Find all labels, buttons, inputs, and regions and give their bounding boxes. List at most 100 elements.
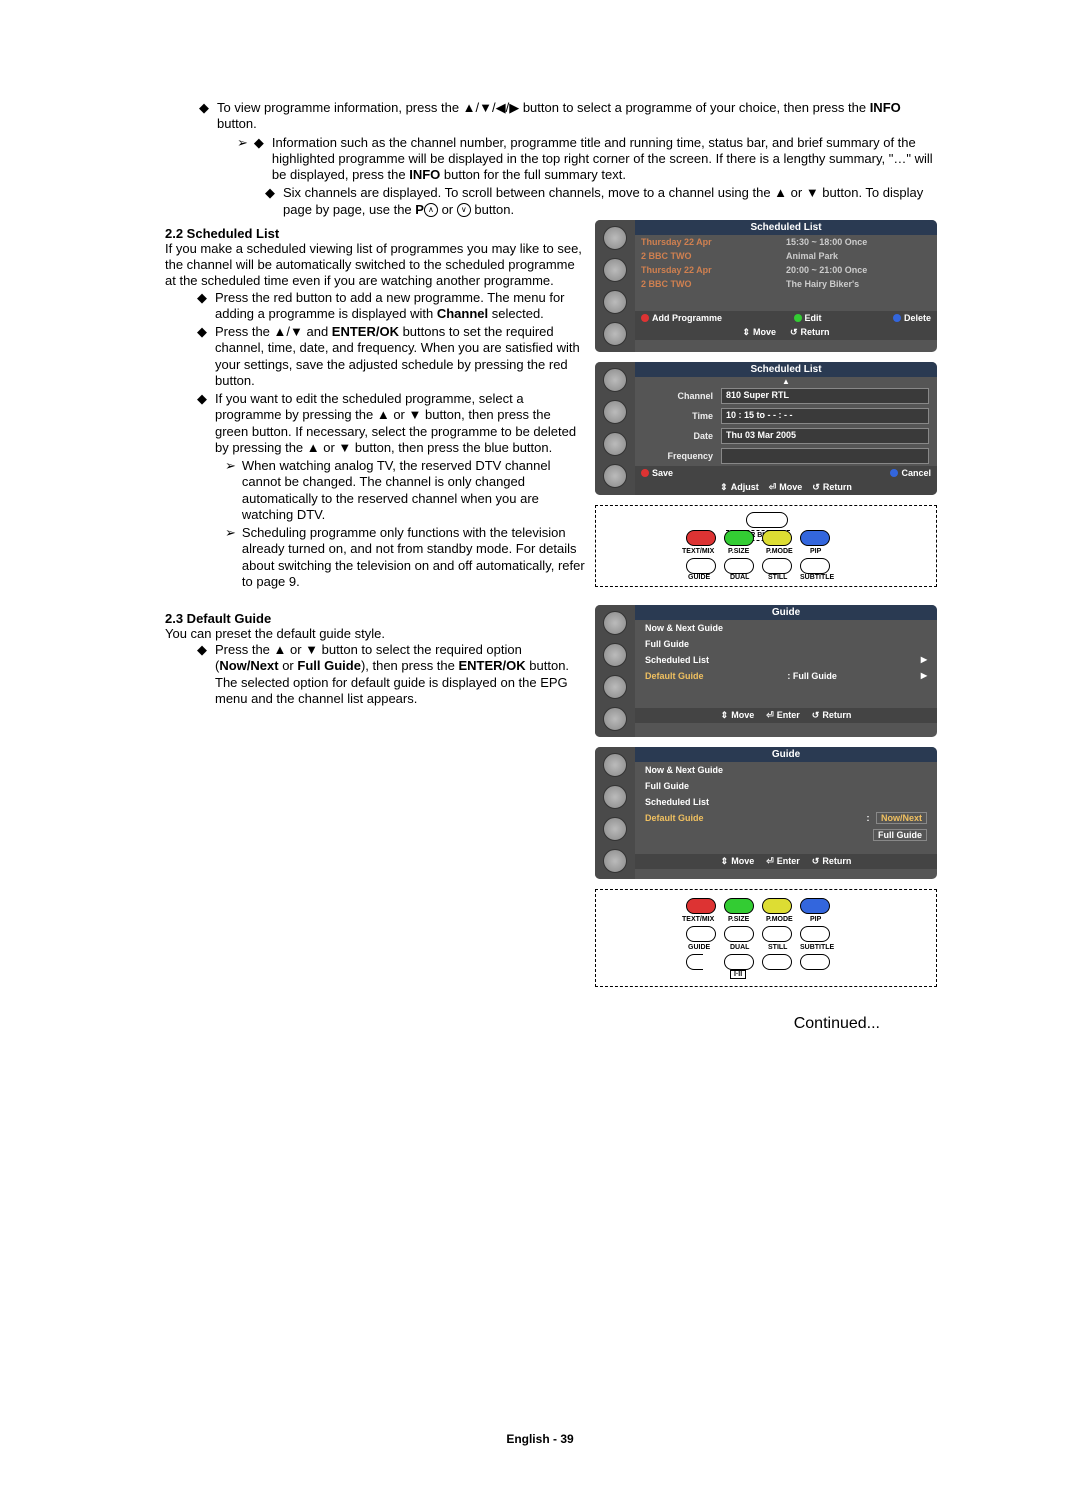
arrow-icon: ➢ xyxy=(225,525,236,541)
return-label: Return xyxy=(823,482,852,492)
entry-date: Thursday 22 Apr xyxy=(641,265,786,275)
bullet-diamond-icon: ◆ xyxy=(197,391,207,407)
psize-label: P.SIZE xyxy=(728,548,749,555)
entry-time: 20:00 ~ 21:00 Once xyxy=(786,265,931,275)
osd-guide-menu-1: Guide Now & Next Guide Full Guide Schedu… xyxy=(595,605,937,737)
osd-scheduled-list: Scheduled List Thursday 22 Apr15:30 ~ 18… xyxy=(595,220,937,352)
move-label: Move xyxy=(731,856,754,866)
date-value: Thu 03 Mar 2005 xyxy=(721,428,929,444)
textmix-label: TEXT/MIX xyxy=(682,916,714,923)
section-2-3: 2.3 Default Guide You can preset the def… xyxy=(165,605,1000,997)
menu-item: Now & Next Guide xyxy=(635,620,937,636)
remote-pill-icon xyxy=(762,558,792,574)
channel-label: Channel xyxy=(643,391,721,401)
cancel-label: Cancel xyxy=(901,468,931,478)
remote-pill-icon xyxy=(724,926,754,942)
s22-p3: If you want to edit the scheduled progra… xyxy=(215,391,585,456)
entry-prog: Animal Park xyxy=(786,251,931,261)
osd-title: Guide xyxy=(635,747,937,762)
info-sub-bullet-1: Information such as the channel number, … xyxy=(272,135,935,184)
red-dot-icon xyxy=(641,469,649,477)
menu-icon xyxy=(603,753,627,777)
blue-button-icon xyxy=(800,530,830,546)
yellow-button-icon xyxy=(762,898,792,914)
section-2-3-intro: You can preset the default guide style. xyxy=(165,626,585,642)
bullet-diamond-icon: ◆ xyxy=(197,642,207,658)
menu-icon xyxy=(603,368,627,392)
blue-dot-icon xyxy=(893,314,901,322)
page-footer: English - 39 xyxy=(0,1432,1080,1446)
move-label: Move xyxy=(753,327,776,337)
menu-icon xyxy=(603,432,627,456)
return-label: Return xyxy=(822,710,851,720)
pip-label: PIP xyxy=(810,548,821,555)
remote-pill-icon xyxy=(800,954,830,970)
menu-icon xyxy=(603,258,627,282)
subtitle-label: SUBTITLE xyxy=(800,574,834,581)
remote-diagram-1: COLOR BUTTON TEXT/MIX P.SIZE P.MODE PIP … xyxy=(595,505,937,587)
p-down-icon: ∨ xyxy=(457,203,471,217)
delete-label: Delete xyxy=(904,313,931,323)
p-up-icon: ∧ xyxy=(424,203,438,217)
option-nownext: Now/Next xyxy=(876,812,927,824)
bullet-diamond-icon: ◆ xyxy=(197,324,207,340)
top-section: ◆ To view programme information, press t… xyxy=(165,100,935,218)
menu-item-selected: Default Guide: Full Guide xyxy=(635,668,937,684)
s22-p1: Press the red button to add a new progra… xyxy=(215,290,585,323)
menu-item: Full Guide xyxy=(635,826,937,844)
dual-label: DUAL xyxy=(730,944,749,951)
menu-item: Scheduled List xyxy=(635,794,937,810)
s23-p1: Press the ▲ or ▼ button to select the re… xyxy=(215,642,585,707)
red-button-icon xyxy=(686,530,716,546)
remote-pill-icon xyxy=(762,926,792,942)
section-2-2-intro: If you make a scheduled viewing list of … xyxy=(165,241,585,290)
frequency-label: Frequency xyxy=(643,451,721,461)
enter-label: Enter xyxy=(777,856,800,866)
remote-pill-icon xyxy=(762,954,792,970)
remote-pill-icon xyxy=(800,558,830,574)
entry-prog: The Hairy Biker's xyxy=(786,279,931,289)
guide-label: GUIDE xyxy=(688,574,710,581)
remote-diagram-2: TEXT/MIX P.SIZE P.MODE PIP GUIDE DUAL ST… xyxy=(595,889,937,987)
osd-title: Scheduled List xyxy=(635,362,937,377)
menu-icon xyxy=(603,400,627,424)
entry-date: Thursday 22 Apr xyxy=(641,237,786,247)
menu-icon xyxy=(603,464,627,488)
menu-icon xyxy=(603,611,627,635)
section-2-2: 2.2 Scheduled List If you make a schedul… xyxy=(165,220,1000,597)
textmix-label: TEXT/MIX xyxy=(682,548,714,555)
entry-channel: 2 BBC TWO xyxy=(641,251,786,261)
pmode-label: P.MODE xyxy=(766,916,793,923)
continued-label: Continued... xyxy=(165,1015,1000,1033)
info-bullet-text: To view programme information, press the… xyxy=(217,100,935,133)
menu-icon xyxy=(603,817,627,841)
frequency-value xyxy=(721,448,929,464)
menu-icon xyxy=(603,675,627,699)
menu-icon xyxy=(603,785,627,809)
move-label: Move xyxy=(779,482,802,492)
menu-icon xyxy=(603,290,627,314)
osd-column-2: Guide Now & Next Guide Full Guide Schedu… xyxy=(595,605,1000,997)
move-label: Move xyxy=(731,710,754,720)
still-label: STILL xyxy=(768,944,787,951)
time-value: 10 : 15 to - - : - - xyxy=(721,408,929,424)
osd-scheduled-form: Scheduled List ▲ Channel810 Super RTL Ti… xyxy=(595,362,937,495)
green-button-icon xyxy=(724,530,754,546)
option-fullguide: Full Guide xyxy=(873,829,927,841)
red-button-icon xyxy=(686,898,716,914)
remote-pill-icon xyxy=(800,926,830,942)
remote-pill-icon xyxy=(724,954,754,970)
menu-icon xyxy=(603,322,627,346)
still-label: STILL xyxy=(768,574,787,581)
remote-pill-icon xyxy=(686,558,716,574)
subtitle-label: SUBTITLE xyxy=(800,944,834,951)
menu-icon xyxy=(603,226,627,250)
menu-item: Scheduled List xyxy=(635,652,937,668)
return-label: Return xyxy=(822,856,851,866)
date-label: Date xyxy=(643,431,721,441)
pip-label: PIP xyxy=(810,916,821,923)
add-programme-label: Add Programme xyxy=(652,313,722,323)
save-label: Save xyxy=(652,468,673,478)
green-dot-icon xyxy=(794,314,802,322)
remote-pill-icon xyxy=(746,512,788,528)
